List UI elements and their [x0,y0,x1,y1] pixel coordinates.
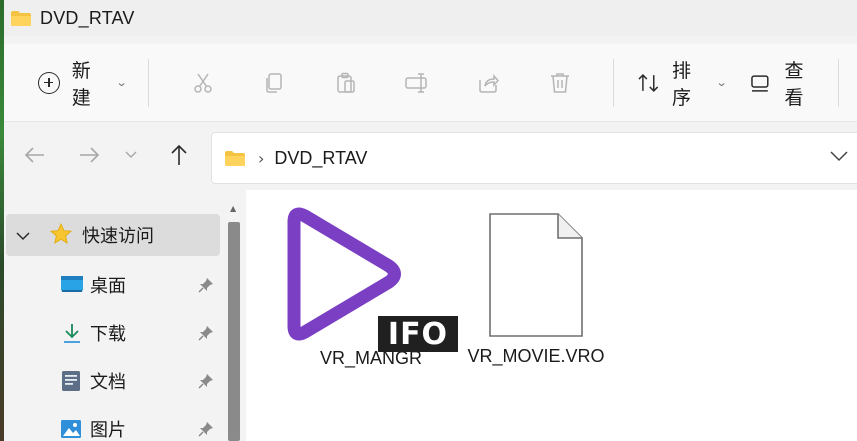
rename-button[interactable] [381,59,452,107]
star-icon [50,222,72,248]
file-explorer-window: DVD_RTAV 新建 ⌄ 排序 ⌄ 查看 › DVD_RTAV 快速访问 桌面… [4,0,857,441]
pin-icon[interactable] [198,325,214,345]
scroll-up-arrow-icon[interactable]: ▲ [230,204,236,213]
new-label: 新建 [71,59,91,109]
file-name: VR_MOVIE.VRO [467,346,605,366]
toolbar-divider [838,58,839,107]
arrow-up-icon [171,144,187,165]
pin-icon[interactable] [198,421,214,441]
view-button[interactable]: 查看 [749,59,822,109]
download-icon [60,322,84,344]
arrow-left-icon [24,147,44,163]
up-button[interactable] [164,140,194,170]
chevron-down-icon: ⌄ [115,76,128,89]
document-icon [60,370,84,392]
share-icon [479,73,500,93]
sort-label: 排序 [671,59,691,109]
sidebar-item-desktop[interactable]: 桌面 [4,264,220,306]
arrow-right-icon [80,147,100,163]
sidebar-item-pictures[interactable]: 图片 [4,408,220,441]
cut-icon [194,73,212,93]
delete-button[interactable] [524,59,595,107]
paste-button[interactable] [310,59,381,107]
file-item[interactable]: VR_MOVIE.VRO [466,210,606,367]
folder-icon [10,10,32,26]
file-thumbnail: IFO [276,204,466,354]
sidebar-item-label: 图片 [90,420,126,441]
blank-file-icon [489,213,583,337]
breadcrumb-item[interactable]: DVD_RTAV [274,148,367,169]
pin-icon[interactable] [198,277,214,297]
copy-button[interactable] [239,59,310,107]
sidebar-item-label: 下载 [90,324,126,345]
chevron-down-icon [125,151,137,158]
folder-icon [225,150,245,166]
pin-icon[interactable] [198,373,214,393]
sort-button[interactable]: 排序 ⌄ [636,59,729,109]
breadcrumb-chevron-icon: › [258,148,265,168]
navigation-pane: 快速访问 桌面 下载 文档 图片 [4,190,244,441]
view-icon [750,74,769,92]
rename-icon [405,72,427,93]
view-label: 查看 [784,59,804,109]
paste-icon [336,72,355,93]
file-type-badge: IFO [378,316,458,352]
share-button[interactable] [453,59,524,107]
expand-chevron-icon[interactable] [16,226,42,245]
address-bar[interactable]: › DVD_RTAV [211,132,857,184]
plus-circle-icon [38,71,60,94]
back-button[interactable] [20,140,50,170]
chevron-down-icon: ⌄ [716,76,729,89]
forward-button[interactable] [74,140,104,170]
file-list-area: IFO VR_MANGR VR_MOVIE.VRO [246,190,857,441]
sidebar-item-documents[interactable]: 文档 [4,360,220,402]
desktop-icon [60,274,84,296]
window-title: DVD_RTAV [40,7,135,28]
command-bar: 新建 ⌄ 排序 ⌄ 查看 [4,44,857,122]
recent-locations-button[interactable] [120,140,142,170]
file-item[interactable]: IFO VR_MANGR [276,204,466,369]
sidebar-item-label: 文档 [90,372,126,393]
address-history-button[interactable] [830,147,848,166]
pictures-icon [60,418,84,440]
toolbar-divider [148,58,150,107]
sort-icon [638,73,659,92]
sidebar-item-label: 快速访问 [82,226,154,247]
sidebar-scrollbar-thumb[interactable] [228,222,240,441]
title-bar[interactable]: DVD_RTAV [4,0,857,36]
new-button[interactable]: 新建 ⌄ [34,59,130,109]
sidebar-item-label: 桌面 [90,276,126,297]
copy-icon [266,72,283,93]
sidebar-item-downloads[interactable]: 下载 [4,312,220,354]
chevron-down-icon [830,151,848,162]
navigation-bar: › DVD_RTAV [4,122,857,190]
toolbar-divider [613,58,615,107]
delete-icon [550,72,569,93]
cut-button[interactable] [167,59,238,107]
sidebar-item-quick-access[interactable]: 快速访问 [6,214,220,256]
